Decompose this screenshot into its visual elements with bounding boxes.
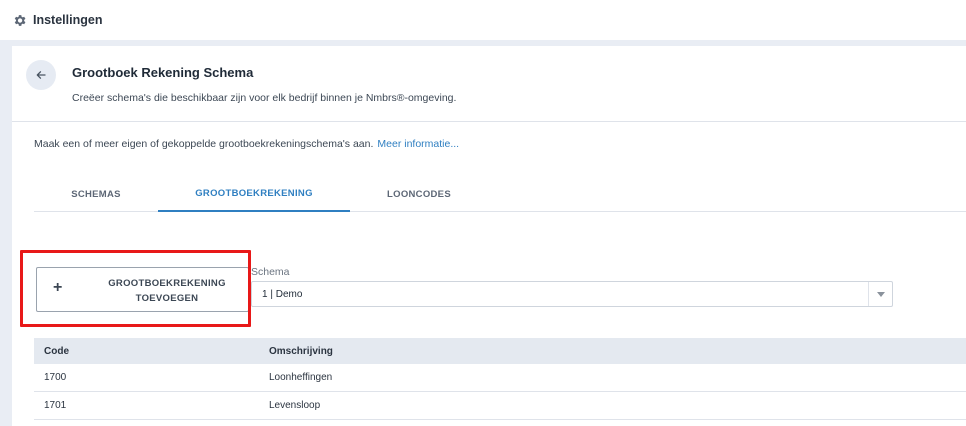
top-bar: Instellingen <box>0 0 966 40</box>
page-subtitle: Creëer schema's die beschikbaar zijn voo… <box>72 92 457 104</box>
tab-grootboekrekening[interactable]: GROOTBOEKREKENING <box>158 176 350 212</box>
app-title: Instellingen <box>33 13 103 27</box>
gear-icon <box>12 12 28 28</box>
add-button-line-2: TOEVOEGEN <box>135 293 199 304</box>
cell-description: Loonheffingen <box>269 372 333 383</box>
table-row[interactable]: 1700 Loonheffingen <box>34 364 966 392</box>
select-arrow[interactable] <box>868 282 892 306</box>
content-card: Grootboek Rekening Schema Creëer schema'… <box>12 46 966 426</box>
ledger-table: Code Omschrijving 1700 Loonheffingen 170… <box>34 338 966 420</box>
cell-code: 1700 <box>44 372 67 383</box>
intro-text: Maak een of meer eigen of gekoppelde gro… <box>34 138 459 150</box>
schema-select[interactable]: 1 | Demo <box>251 281 893 307</box>
schema-select-value: 1 | Demo <box>262 289 303 300</box>
add-button-label: GROOTBOEKREKENING TOEVOEGEN <box>87 276 247 306</box>
page-header: Grootboek Rekening Schema Creëer schema'… <box>12 46 966 122</box>
tab-bar: SCHEMAS GROOTBOEKREKENING LOONCODES <box>34 176 966 212</box>
plus-icon: + <box>53 279 63 296</box>
more-info-link[interactable]: Meer informatie... <box>377 138 459 150</box>
caret-down-icon <box>876 291 885 297</box>
table-row[interactable]: 1701 Levensloop <box>34 392 966 420</box>
arrow-left-icon <box>36 71 46 79</box>
add-ledger-account-button[interactable]: + GROOTBOEKREKENING TOEVOEGEN <box>36 267 249 312</box>
add-button-line-1: GROOTBOEKREKENING <box>108 278 226 289</box>
schema-label: Schema <box>251 266 290 278</box>
back-button[interactable] <box>26 60 56 90</box>
page-title: Grootboek Rekening Schema <box>72 65 254 80</box>
intro-description: Maak een of meer eigen of gekoppelde gro… <box>34 138 374 150</box>
table-header: Code Omschrijving <box>34 338 966 364</box>
cell-description: Levensloop <box>269 400 321 411</box>
column-header-code: Code <box>44 345 69 357</box>
column-header-description: Omschrijving <box>269 345 333 357</box>
cell-code: 1701 <box>44 400 67 411</box>
tab-schemas[interactable]: SCHEMAS <box>34 176 158 212</box>
tab-looncodes[interactable]: LOONCODES <box>350 176 488 212</box>
